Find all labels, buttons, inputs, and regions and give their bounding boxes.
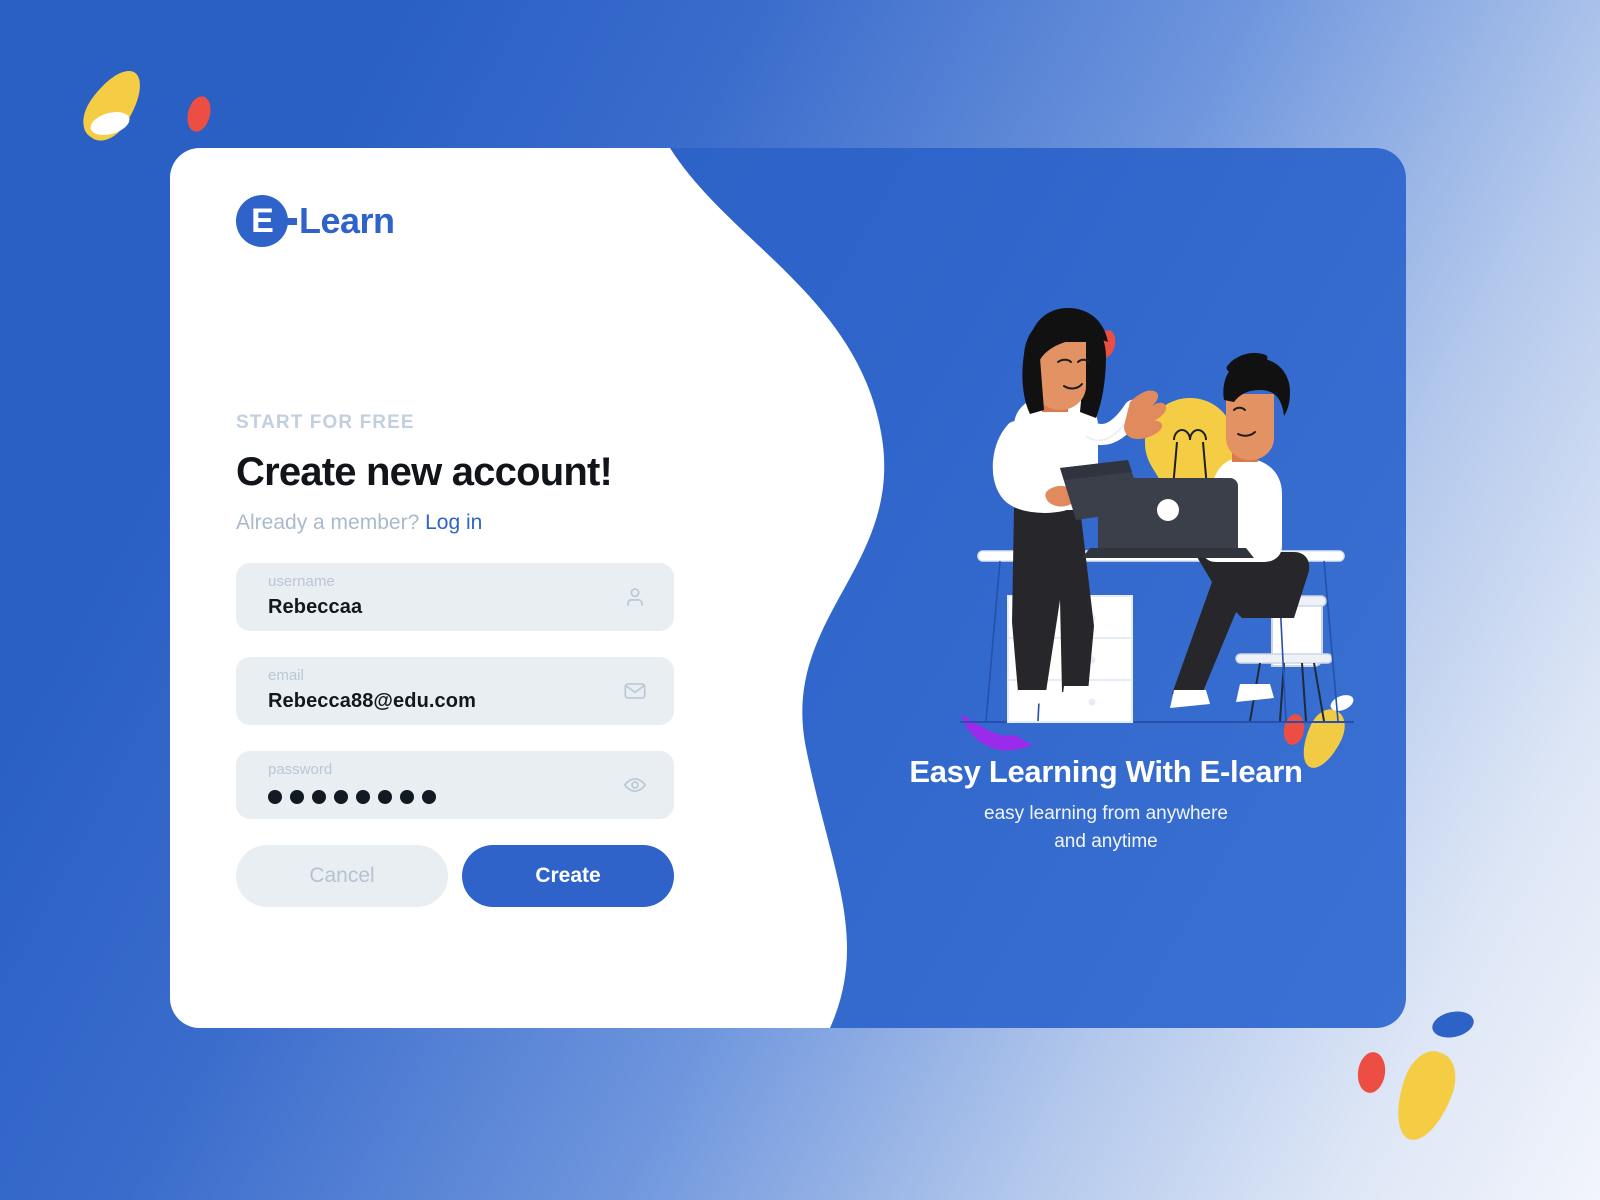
decoration-blue-ellipse-bottom-right xyxy=(1429,1007,1477,1042)
username-field[interactable]: username Rebeccaa xyxy=(236,563,674,631)
envelope-icon xyxy=(622,678,648,704)
logo-wordmark: Learn xyxy=(299,200,395,241)
form-actions: Cancel Create xyxy=(236,845,674,907)
username-input[interactable]: Rebeccaa xyxy=(268,596,616,619)
password-dot xyxy=(378,789,392,804)
password-label: password xyxy=(268,761,333,778)
user-icon xyxy=(622,584,648,610)
decoration-red-ellipse-bottom-right xyxy=(1355,1050,1388,1095)
e-learn-circle-logo-icon: E xyxy=(236,195,297,247)
decoration-white-ellipse-top-left xyxy=(87,107,133,140)
create-button[interactable]: Create xyxy=(462,845,674,907)
eyebrow-label: START FOR FREE xyxy=(236,412,415,433)
email-field[interactable]: email Rebecca88@edu.com xyxy=(236,657,674,725)
login-link[interactable]: Log in xyxy=(425,511,482,534)
signup-card: E Learn START FOR FREE Create new accoun… xyxy=(170,148,1406,1028)
brand-logo[interactable]: E Learn xyxy=(236,192,810,250)
password-dot xyxy=(312,789,326,804)
password-dot xyxy=(268,789,282,804)
eye-icon[interactable] xyxy=(622,772,648,798)
decoration-red-ellipse-top-left xyxy=(183,93,215,135)
form-fields: username Rebeccaa email Rebecca88@edu.co… xyxy=(236,563,674,819)
username-label: username xyxy=(268,573,335,590)
password-dot xyxy=(356,789,370,804)
password-dot xyxy=(422,789,436,804)
member-prompt-text: Already a member? xyxy=(236,511,420,534)
password-field[interactable]: password xyxy=(236,751,674,819)
email-input[interactable]: Rebecca88@edu.com xyxy=(268,690,616,713)
password-dot xyxy=(334,789,348,804)
cancel-button[interactable]: Cancel xyxy=(236,845,448,907)
page-title: Create new account! xyxy=(236,450,613,494)
password-dot xyxy=(290,789,304,804)
decoration-yellow-cone-bottom-right xyxy=(1385,1044,1465,1148)
password-dot xyxy=(400,789,414,804)
decoration-yellow-cone-top-left xyxy=(73,60,153,150)
password-input[interactable] xyxy=(268,789,616,804)
logo-dash xyxy=(275,218,297,225)
logo-letter: E xyxy=(251,202,274,240)
signup-form-column: E Learn START FOR FREE Create new accoun… xyxy=(170,148,810,1028)
email-label: email xyxy=(268,667,304,684)
member-prompt: Already a member? Log in xyxy=(236,511,810,535)
